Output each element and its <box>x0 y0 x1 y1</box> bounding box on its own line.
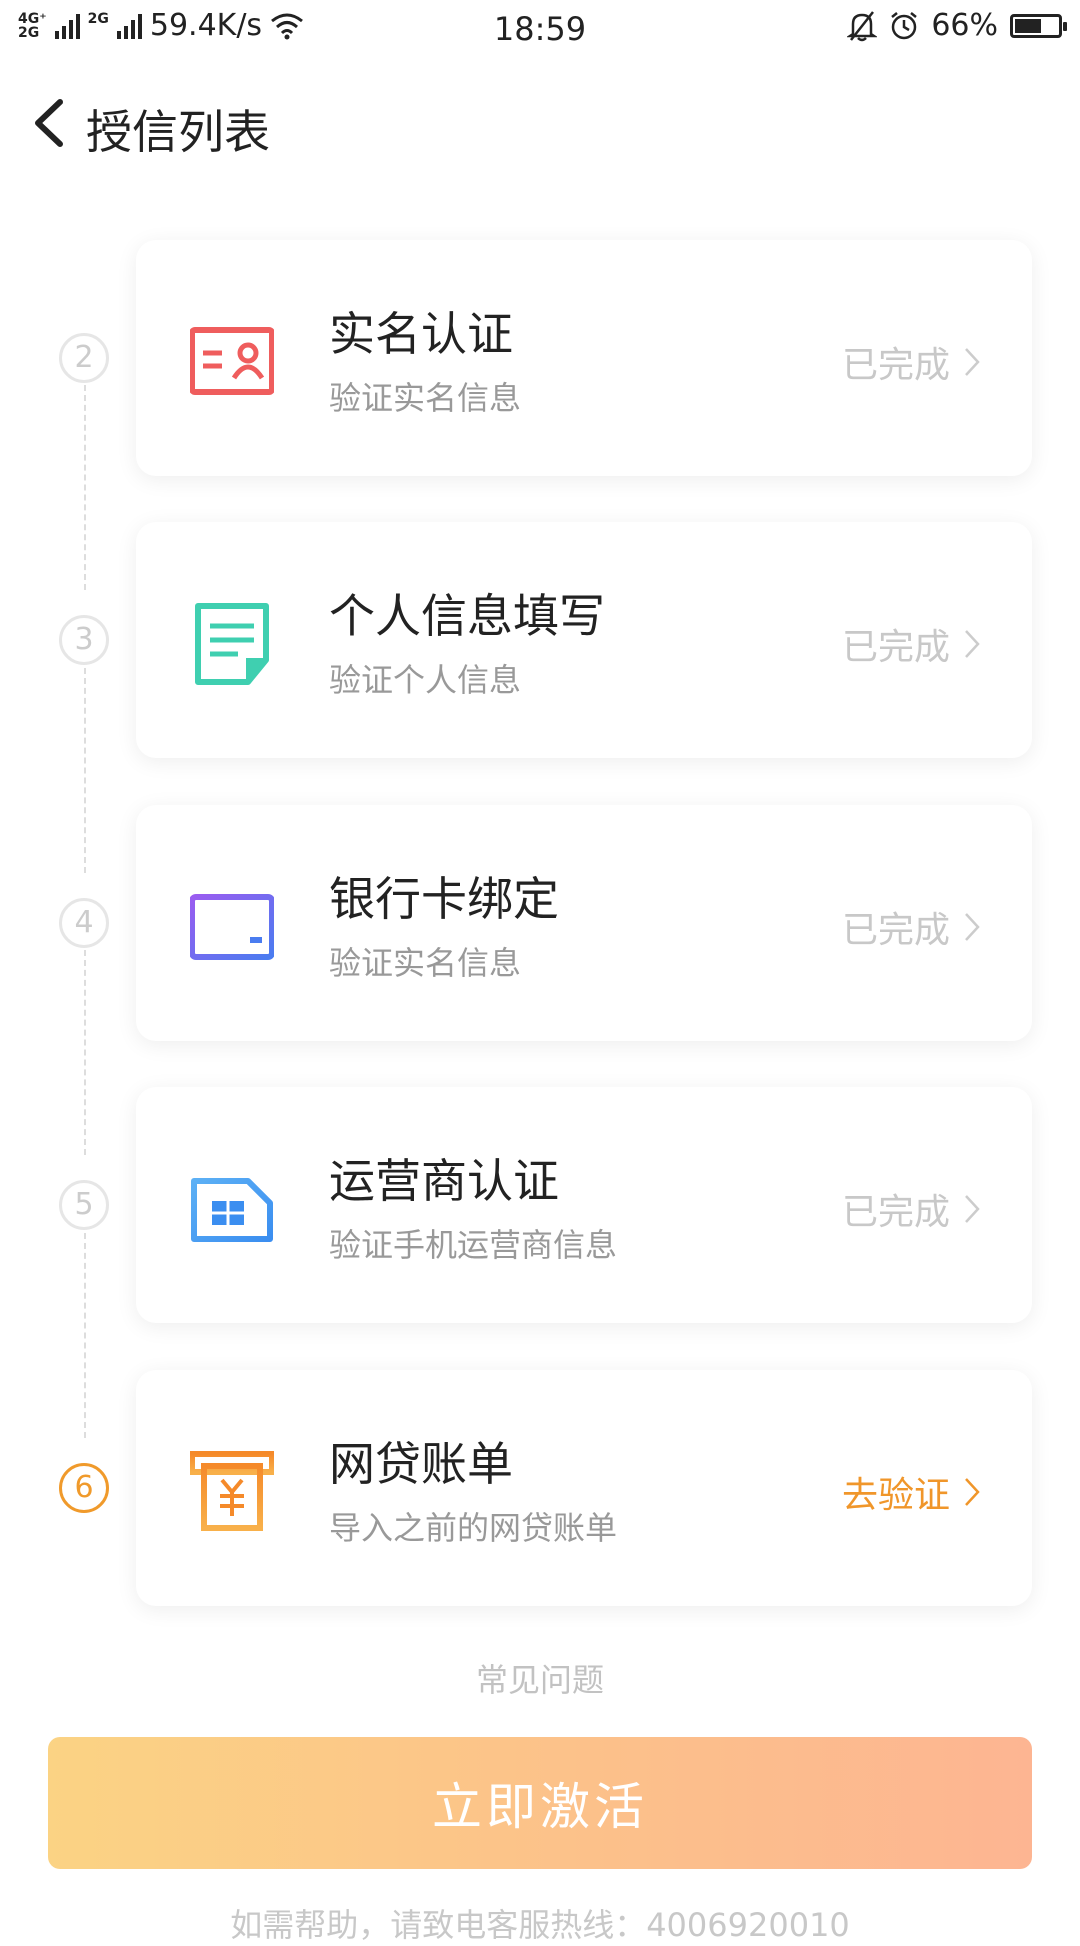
step-subtitle: 验证个人信息 <box>329 661 522 699</box>
activate-button-label: 立即激活 <box>432 1778 648 1836</box>
step-status-label: 已完成 <box>841 345 950 386</box>
bank-card-icon <box>190 894 274 960</box>
step-connector <box>84 1233 86 1438</box>
id-card-icon <box>190 327 274 395</box>
chevron-right-icon <box>965 348 980 376</box>
step-card-real-name[interactable]: 实名认证 验证实名信息 已完成 <box>136 240 1032 476</box>
step-subtitle: 验证实名信息 <box>329 379 522 417</box>
document-icon <box>195 603 269 685</box>
chevron-right-icon <box>965 630 980 658</box>
chevron-right-icon <box>965 913 980 941</box>
step-status: 已完成 <box>842 336 980 388</box>
step-title: 运营商认证 <box>329 1154 559 1208</box>
verify-link[interactable]: 去验证 <box>842 1466 980 1518</box>
step-title: 个人信息填写 <box>329 589 605 643</box>
step-card-carrier[interactable]: 运营商认证 验证手机运营商信息 已完成 <box>136 1087 1032 1323</box>
step-number: 2 <box>59 333 109 383</box>
step-status: 已完成 <box>842 901 980 953</box>
step-number: 3 <box>59 615 109 665</box>
step-subtitle: 验证实名信息 <box>329 944 522 982</box>
step-card-personal-info[interactable]: 个人信息填写 验证个人信息 已完成 <box>136 522 1032 758</box>
step-subtitle: 导入之前的网贷账单 <box>329 1509 618 1547</box>
chevron-right-icon <box>965 1478 980 1506</box>
faq-link[interactable]: 常见问题 <box>0 1655 1080 1701</box>
step-title: 网贷账单 <box>329 1437 513 1491</box>
step-number: 4 <box>59 898 109 948</box>
step-connector <box>84 668 86 873</box>
step-number: 5 <box>59 1180 109 1230</box>
sim-card-icon <box>191 1178 273 1242</box>
step-status-label: 已完成 <box>841 1192 950 1233</box>
help-hotline: 如需帮助，请致电客服热线：4006920010 <box>230 1906 850 1944</box>
step-status-label: 已完成 <box>841 910 950 951</box>
step-connector <box>84 950 86 1155</box>
step-card-loan-bill[interactable]: 网贷账单 导入之前的网贷账单 去验证 <box>136 1370 1032 1606</box>
chevron-right-icon <box>965 1195 980 1223</box>
step-connector <box>84 385 86 590</box>
step-list: 2 实名认证 验证实名信息 已完成 3 个人信息填写 验证个人信息 已完成 4 … <box>0 0 1080 1920</box>
step-card-bank-card[interactable]: 银行卡绑定 验证实名信息 已完成 <box>136 805 1032 1041</box>
step-status-label: 已完成 <box>841 627 950 668</box>
verify-label: 去验证 <box>841 1475 950 1516</box>
bill-icon <box>190 1451 274 1531</box>
step-title: 实名认证 <box>329 307 513 361</box>
step-status: 已完成 <box>842 1183 980 1235</box>
step-number-current: 6 <box>59 1463 109 1513</box>
step-title: 银行卡绑定 <box>329 872 559 926</box>
step-subtitle: 验证手机运营商信息 <box>329 1226 618 1264</box>
activate-button[interactable]: 立即激活 <box>48 1737 1032 1869</box>
step-status: 已完成 <box>842 618 980 670</box>
